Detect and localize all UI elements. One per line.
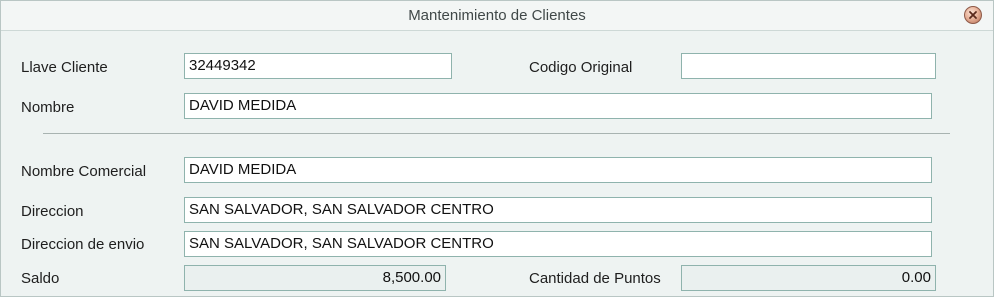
cantidad-puntos-label: Cantidad de Puntos bbox=[529, 270, 661, 287]
direccion-envio-label: Direccion de envio bbox=[21, 236, 145, 253]
saldo-value: 8,500.00 bbox=[184, 265, 446, 291]
nombre-label: Nombre bbox=[21, 99, 75, 116]
close-button[interactable] bbox=[964, 6, 982, 24]
codigo-original-label: Codigo Original bbox=[529, 59, 633, 76]
nombre-comercial-label: Nombre Comercial bbox=[21, 163, 147, 180]
direccion-envio-input[interactable]: SAN SALVADOR, SAN SALVADOR CENTRO bbox=[184, 231, 932, 257]
nombre-input[interactable]: DAVID MEDIDA bbox=[184, 93, 932, 119]
title-bar: Mantenimiento de Clientes bbox=[1, 1, 993, 31]
llave-cliente-input[interactable]: 32449342 bbox=[184, 53, 452, 79]
direccion-input[interactable]: SAN SALVADOR, SAN SALVADOR CENTRO bbox=[184, 197, 932, 223]
direccion-label: Direccion bbox=[21, 203, 84, 220]
window-title: Mantenimiento de Clientes bbox=[408, 7, 586, 24]
cantidad-puntos-value: 0.00 bbox=[681, 265, 936, 291]
close-icon bbox=[969, 11, 977, 19]
nombre-comercial-input[interactable]: DAVID MEDIDA bbox=[184, 157, 932, 183]
codigo-original-input[interactable] bbox=[681, 53, 936, 79]
client-maintenance-window: Mantenimiento de Clientes Llave Cliente … bbox=[0, 0, 994, 297]
section-separator bbox=[43, 133, 950, 134]
saldo-label: Saldo bbox=[21, 270, 60, 287]
llave-cliente-label: Llave Cliente bbox=[21, 59, 108, 76]
